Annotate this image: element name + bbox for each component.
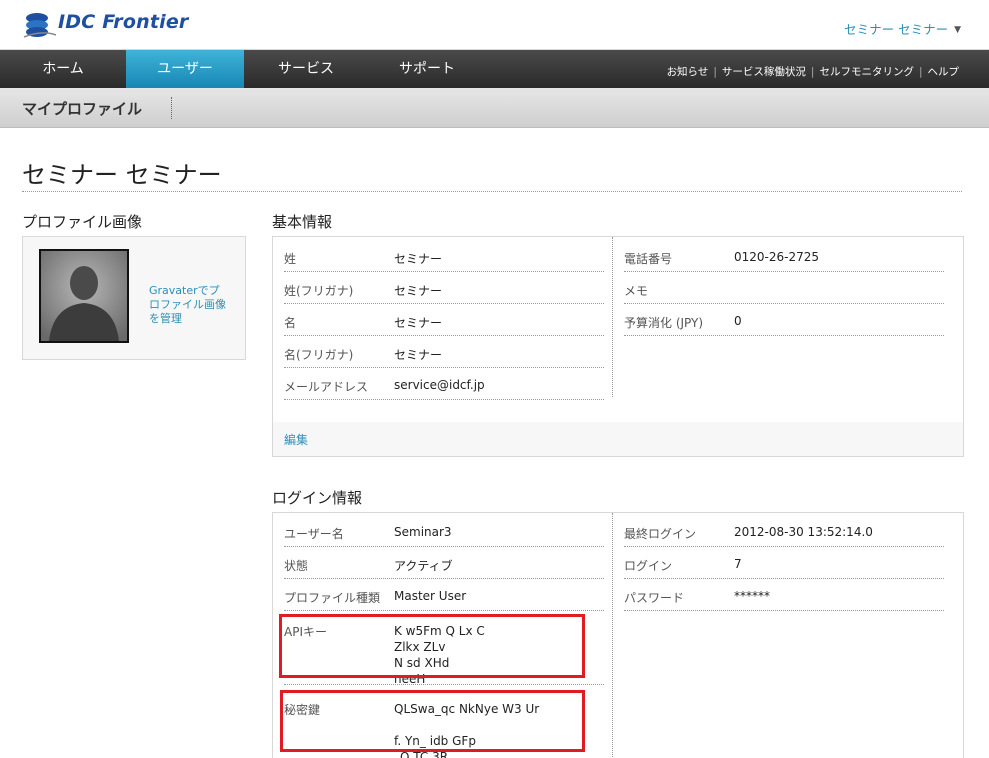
field-value: セミナー bbox=[394, 348, 443, 362]
divider bbox=[171, 97, 172, 119]
login-info-heading: ログイン情報 bbox=[272, 489, 363, 507]
field-label: 予算消化 (JPY) bbox=[624, 316, 704, 330]
link-help[interactable]: ヘルプ bbox=[928, 66, 960, 78]
field-label: 名(フリガナ) bbox=[284, 348, 354, 362]
field-label: メモ bbox=[624, 284, 649, 298]
tab-support[interactable]: サポート bbox=[368, 50, 486, 88]
field-label: 最終ログイン bbox=[624, 527, 697, 541]
divider bbox=[612, 237, 613, 397]
field-label: ユーザー名 bbox=[284, 527, 344, 541]
main-nav: ホーム ユーザー サービス サポート お知らせ | サービス稼働状況 | セルフモニタリ… bbox=[0, 50, 989, 94]
field-row-password: パスワード ****** bbox=[624, 579, 944, 611]
logo[interactable]: IDC Frontier bbox=[22, 8, 188, 42]
field-label: ログイン bbox=[624, 559, 673, 573]
field-row-memo: メモ bbox=[624, 272, 944, 304]
tab-service[interactable]: サービス bbox=[244, 50, 368, 88]
field-value: 0 bbox=[734, 314, 742, 328]
user-menu[interactable]: セミナー セミナー ▼ bbox=[844, 19, 961, 38]
field-row-phone: 電話番号 0120-26-2725 bbox=[624, 240, 944, 272]
link-news[interactable]: お知らせ bbox=[667, 66, 709, 78]
field-value: Master User bbox=[394, 589, 467, 603]
gravatar-link[interactable]: Gravaterでプロファイル画像を管理 bbox=[149, 284, 229, 326]
top-header: IDC Frontier セミナー セミナー ▼ bbox=[0, 0, 989, 50]
field-row-profile-type: プロファイル種類 Master User bbox=[284, 579, 604, 611]
highlight-box-api-key bbox=[279, 614, 585, 678]
tab-home[interactable]: ホーム bbox=[0, 50, 126, 88]
field-label: 姓(フリガナ) bbox=[284, 284, 354, 298]
divider bbox=[22, 191, 962, 192]
field-row-email: メールアドレス service@idcf.jp bbox=[284, 368, 604, 400]
basic-info-heading: 基本情報 bbox=[272, 213, 333, 231]
logo-icon bbox=[23, 13, 56, 38]
field-row-status: 状態 アクティブ bbox=[284, 547, 604, 579]
link-service-status[interactable]: サービス稼働状況 bbox=[722, 66, 806, 78]
tab-user[interactable]: ユーザー bbox=[126, 50, 244, 94]
subbar-title: マイプロファイル bbox=[22, 100, 143, 118]
field-label: パスワード bbox=[624, 591, 685, 605]
field-label: 姓 bbox=[284, 252, 297, 266]
field-value: セミナー bbox=[394, 316, 443, 330]
page-title: セミナー セミナー bbox=[22, 161, 222, 189]
field-label: メールアドレス bbox=[284, 380, 369, 394]
field-label: 状態 bbox=[284, 559, 309, 573]
field-value: セミナー bbox=[394, 252, 443, 266]
caret-down-icon: ▼ bbox=[954, 25, 961, 35]
field-label: プロファイル種類 bbox=[284, 591, 381, 605]
field-value: アクティブ bbox=[394, 559, 453, 573]
profile-image-heading: プロファイル画像 bbox=[22, 213, 143, 231]
field-row-last-name: 姓 セミナー bbox=[284, 240, 604, 272]
avatar bbox=[39, 249, 129, 343]
panel-footer: 編集 bbox=[273, 422, 963, 456]
link-self-monitoring[interactable]: セルフモニタリング bbox=[819, 66, 914, 78]
field-row-last-login: 最終ログイン 2012-08-30 13:52:14.0 bbox=[624, 515, 944, 547]
field-row-username: ユーザー名 Seminar3 bbox=[284, 515, 604, 547]
field-value: service@idcf.jp bbox=[394, 378, 485, 392]
highlight-box-secret-key bbox=[280, 690, 585, 752]
field-row-first-name-kana: 名(フリガナ) セミナー bbox=[284, 336, 604, 368]
divider bbox=[612, 513, 613, 758]
field-row-first-name: 名 セミナー bbox=[284, 304, 604, 336]
field-value: ****** bbox=[734, 589, 770, 603]
field-value: セミナー bbox=[394, 284, 443, 298]
field-value: Seminar3 bbox=[394, 525, 452, 539]
utility-links: お知らせ | サービス稼働状況 | セルフモニタリング | ヘルプ bbox=[666, 66, 960, 78]
user-menu-label: セミナー セミナー bbox=[844, 22, 949, 37]
avatar-card: Gravaterでプロファイル画像を管理 bbox=[22, 236, 246, 360]
field-label: 電話番号 bbox=[624, 252, 673, 266]
field-row-budget: 予算消化 (JPY) 0 bbox=[624, 304, 944, 336]
basic-info-panel: 姓 セミナー 姓(フリガナ) セミナー 名 セミナー 名(フリガナ) セミナー … bbox=[272, 236, 964, 457]
logo-text: IDC Frontier bbox=[58, 11, 189, 33]
field-row-last-name-kana: 姓(フリガナ) セミナー bbox=[284, 272, 604, 304]
edit-link[interactable]: 編集 bbox=[284, 431, 308, 448]
field-label: 名 bbox=[284, 316, 297, 330]
field-row-login-count: ログイン 7 bbox=[624, 547, 944, 579]
field-value: 0120-26-2725 bbox=[734, 250, 820, 264]
person-silhouette-icon bbox=[41, 251, 127, 341]
field-value: 7 bbox=[734, 557, 742, 571]
sub-header: マイプロファイル bbox=[0, 88, 989, 128]
field-value: 2012-08-30 13:52:14.0 bbox=[734, 525, 873, 539]
